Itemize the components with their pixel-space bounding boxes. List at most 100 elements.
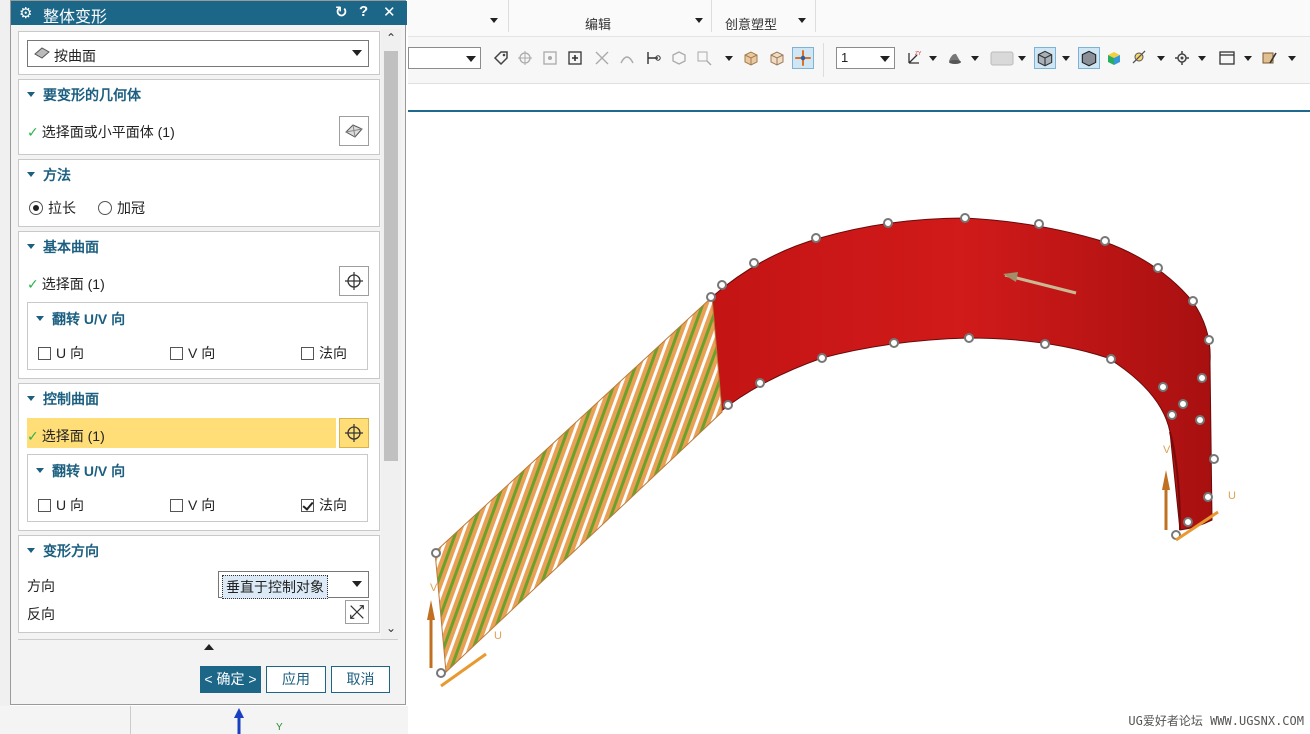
render-settings-icon[interactable] <box>1173 49 1191 67</box>
tag-icon[interactable] <box>492 49 510 67</box>
snap-arc-icon[interactable] <box>618 49 636 67</box>
cancel-button[interactable]: 取消 <box>331 666 390 693</box>
global-shaping-dialog: ⚙ 整体变形 ↻ ? ✕ 按曲面 要变形的几何体 ✓ 选择面或小平面体 (1) 方… <box>10 0 407 705</box>
base-surface-section: 基本曲面 ✓ 选择面 (1) 翻转 U/V 向 U 向 V 向 法向 <box>18 231 380 379</box>
shaded-solid-icon[interactable] <box>1078 47 1100 69</box>
toolbar: 1 ZY <box>408 37 1310 84</box>
chevron-down-icon[interactable] <box>929 56 937 61</box>
radio-stretch[interactable]: 拉长 <box>29 198 76 218</box>
base-flip-v-checkbox[interactable]: V 向 <box>170 343 215 363</box>
collapse-up-icon <box>204 644 214 650</box>
snap-center-icon[interactable] <box>541 49 559 67</box>
facet-body-icon <box>345 124 363 138</box>
surface-type-icon <box>34 46 50 63</box>
reset-icon[interactable]: ↻ <box>335 3 348 21</box>
chevron-down-icon[interactable] <box>1062 56 1070 61</box>
section-header-deform-direction[interactable]: 变形方向 <box>27 541 99 561</box>
control-surface-section: 控制曲面 ✓ 选择面 (1) 翻转 U/V 向 U 向 V 向 法向 <box>18 383 380 531</box>
snap-point-on-face-icon[interactable] <box>695 49 713 67</box>
dialog-title: 整体变形 <box>43 9 108 26</box>
u-axis-label: U <box>494 630 502 642</box>
face-analysis-icon[interactable] <box>1105 49 1123 67</box>
dialog-scrollbar[interactable]: ⌃ ⌄ <box>381 29 401 639</box>
control-flip-v-checkbox[interactable]: V 向 <box>170 495 215 515</box>
ok-button[interactable]: < 确定 > <box>200 666 261 693</box>
chevron-down-icon[interactable] <box>490 18 498 23</box>
check-icon: ✓ <box>27 428 39 444</box>
chevron-down-icon[interactable] <box>1018 56 1026 61</box>
apply-button[interactable]: 应用 <box>266 666 326 693</box>
chevron-down-icon[interactable] <box>725 56 733 61</box>
direction-dropdown[interactable]: 垂直于控制对象 <box>218 571 369 599</box>
v-axis-label: V <box>1163 444 1171 456</box>
svg-text:ZY: ZY <box>915 51 922 57</box>
reverse-label: 反向 <box>27 606 55 622</box>
watermark: UG爱好者论坛 WWW.UGSNX.COM <box>1128 714 1304 728</box>
snap-active-icon[interactable] <box>566 49 584 67</box>
selection-filter-dropdown[interactable] <box>408 47 481 69</box>
chevron-down-icon[interactable] <box>971 56 979 61</box>
base-flip-u-checkbox[interactable]: U 向 <box>38 343 84 363</box>
part-color-icon[interactable] <box>946 49 964 67</box>
subsection-header-flip-uv[interactable]: 翻转 U/V 向 <box>36 461 125 481</box>
scrollbar-thumb[interactable] <box>384 51 398 461</box>
type-section: 按曲面 <box>18 31 380 75</box>
snap-point-icon[interactable] <box>516 49 534 67</box>
wcs-orientation-icon[interactable]: ZY <box>905 49 923 67</box>
control-flip-normal-checkbox[interactable]: 法向 <box>301 495 347 515</box>
chevron-down-icon[interactable] <box>1288 56 1296 61</box>
u-axis-label: U <box>1228 490 1236 502</box>
base-select-face-row[interactable]: ✓ 选择面 (1) <box>27 274 105 294</box>
wcs-axis-y <box>234 708 244 734</box>
chevron-down-icon[interactable] <box>798 18 806 23</box>
window-icon[interactable] <box>1218 49 1236 67</box>
section-header-method[interactable]: 方法 <box>27 165 71 185</box>
work-layer-dropdown[interactable]: 1 <box>836 47 895 69</box>
crosshair-icon <box>345 272 363 290</box>
control-flip-uv-group: 翻转 U/V 向 U 向 V 向 法向 <box>27 454 368 522</box>
lights-icon[interactable] <box>1131 49 1149 67</box>
solid-box-icon[interactable] <box>742 49 760 67</box>
direction-label: 方向 <box>27 578 55 594</box>
graphics-viewport[interactable] <box>408 112 1310 706</box>
select-face-button[interactable] <box>339 116 369 146</box>
type-dropdown[interactable]: 按曲面 <box>27 40 369 67</box>
y-axis-label: Y <box>276 722 283 733</box>
collapse-bar[interactable] <box>18 639 398 658</box>
solid-box-outline-icon[interactable] <box>768 49 786 67</box>
snap-to-icon[interactable] <box>792 47 814 69</box>
chevron-down-icon[interactable] <box>1157 56 1165 61</box>
section-header-geometry[interactable]: 要变形的几何体 <box>27 85 141 105</box>
material-edit-icon[interactable] <box>1260 49 1278 67</box>
radio-crown[interactable]: 加冠 <box>98 198 145 218</box>
gear-icon[interactable]: ⚙ <box>19 4 32 22</box>
control-select-face-button[interactable] <box>339 418 369 448</box>
left-resource-strip <box>0 0 10 734</box>
close-icon[interactable]: ✕ <box>383 3 396 21</box>
ribbon-group-creative-shape[interactable]: 创意塑型 <box>725 14 777 33</box>
help-icon[interactable]: ? <box>359 3 368 20</box>
striped-surface <box>434 295 723 674</box>
snap-intersection-icon[interactable] <box>593 49 611 67</box>
method-section: 方法 拉长 加冠 <box>18 159 380 227</box>
snap-end-icon[interactable] <box>644 49 662 67</box>
shaded-with-edges-icon[interactable] <box>1034 47 1056 69</box>
base-select-face-button[interactable] <box>339 266 369 296</box>
section-header-control-surface[interactable]: 控制曲面 <box>27 389 99 409</box>
chevron-down-icon[interactable] <box>1198 56 1206 61</box>
reverse-direction-button[interactable] <box>345 600 369 624</box>
shaded-background-icon[interactable] <box>990 49 1014 67</box>
chevron-down-icon[interactable] <box>1244 56 1252 61</box>
red-surface <box>711 217 1213 531</box>
subsection-header-flip-uv[interactable]: 翻转 U/V 向 <box>36 309 125 329</box>
control-flip-u-checkbox[interactable]: U 向 <box>38 495 84 515</box>
reverse-icon <box>350 605 364 619</box>
chevron-down-icon[interactable] <box>695 18 703 23</box>
snap-face-icon[interactable] <box>670 49 688 67</box>
scroll-up-icon: ⌃ <box>386 31 397 45</box>
select-face-row[interactable]: ✓ 选择面或小平面体 (1) <box>27 122 175 142</box>
section-header-base-surface[interactable]: 基本曲面 <box>27 237 99 257</box>
control-select-face-row[interactable]: ✓ 选择面 (1) <box>27 426 105 446</box>
ribbon-group-edit[interactable]: 编辑 <box>585 14 611 33</box>
base-flip-normal-checkbox[interactable]: 法向 <box>301 343 347 363</box>
